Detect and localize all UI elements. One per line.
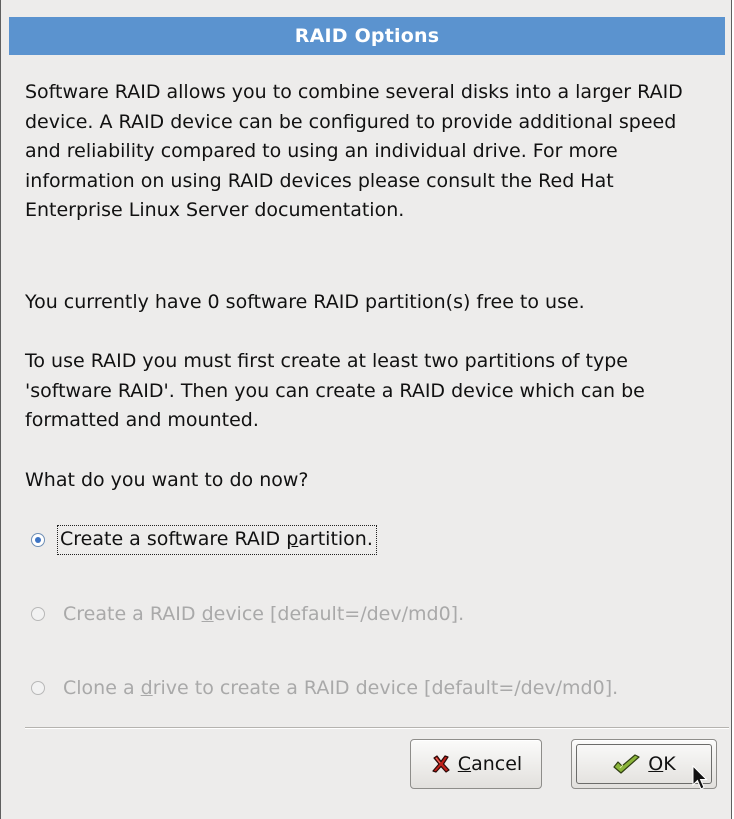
dialog-title: RAID Options — [294, 25, 440, 47]
raid-instructions: To use RAID you must first create at lea… — [25, 350, 645, 432]
option-text-rest: artition. — [298, 528, 373, 550]
option-clone-drive[interactable]: Clone a drive to create a RAID device [d… — [31, 677, 618, 699]
button-separator — [25, 727, 729, 729]
radio-unselected-icon[interactable] — [31, 681, 45, 695]
cancel-button[interactable]: Cancel — [410, 739, 542, 789]
option-label-focus: Create a software RAID partition. — [57, 525, 377, 555]
cancel-label: Cancel — [457, 753, 523, 775]
option-text-rest: evice [default=/dev/md0]. — [213, 603, 465, 625]
radio-unselected-icon[interactable] — [31, 607, 45, 621]
option-mnemonic: d — [201, 603, 214, 625]
option-create-raid-device[interactable]: Create a RAID device [default=/dev/md0]. — [31, 603, 464, 625]
option-label: Create a RAID device [default=/dev/md0]. — [63, 603, 464, 625]
option-text: Create a RAID — [63, 603, 202, 625]
raid-options-dialog: RAID Options Software RAID allows you to… — [0, 0, 732, 819]
radio-selected-icon[interactable] — [31, 533, 45, 547]
free-partitions-text: You currently have 0 software RAID parti… — [25, 291, 585, 313]
mouse-pointer-icon — [692, 764, 708, 795]
option-text: Clone a — [63, 677, 141, 699]
option-mnemonic: d — [140, 677, 153, 699]
cancel-x-icon — [430, 753, 452, 775]
option-label: Clone a drive to create a RAID device [d… — [63, 677, 618, 699]
raid-description: Software RAID allows you to combine seve… — [25, 81, 683, 222]
option-text: Create a software RAID — [60, 528, 287, 550]
dialog-titlebar: RAID Options — [9, 17, 725, 55]
option-text-rest: rive to create a RAID device [default=/d… — [152, 677, 619, 699]
question-label: What do you want to do now? — [25, 469, 309, 491]
option-create-software-raid-partition[interactable]: Create a software RAID partition. — [31, 525, 377, 555]
option-mnemonic: p — [286, 528, 299, 550]
